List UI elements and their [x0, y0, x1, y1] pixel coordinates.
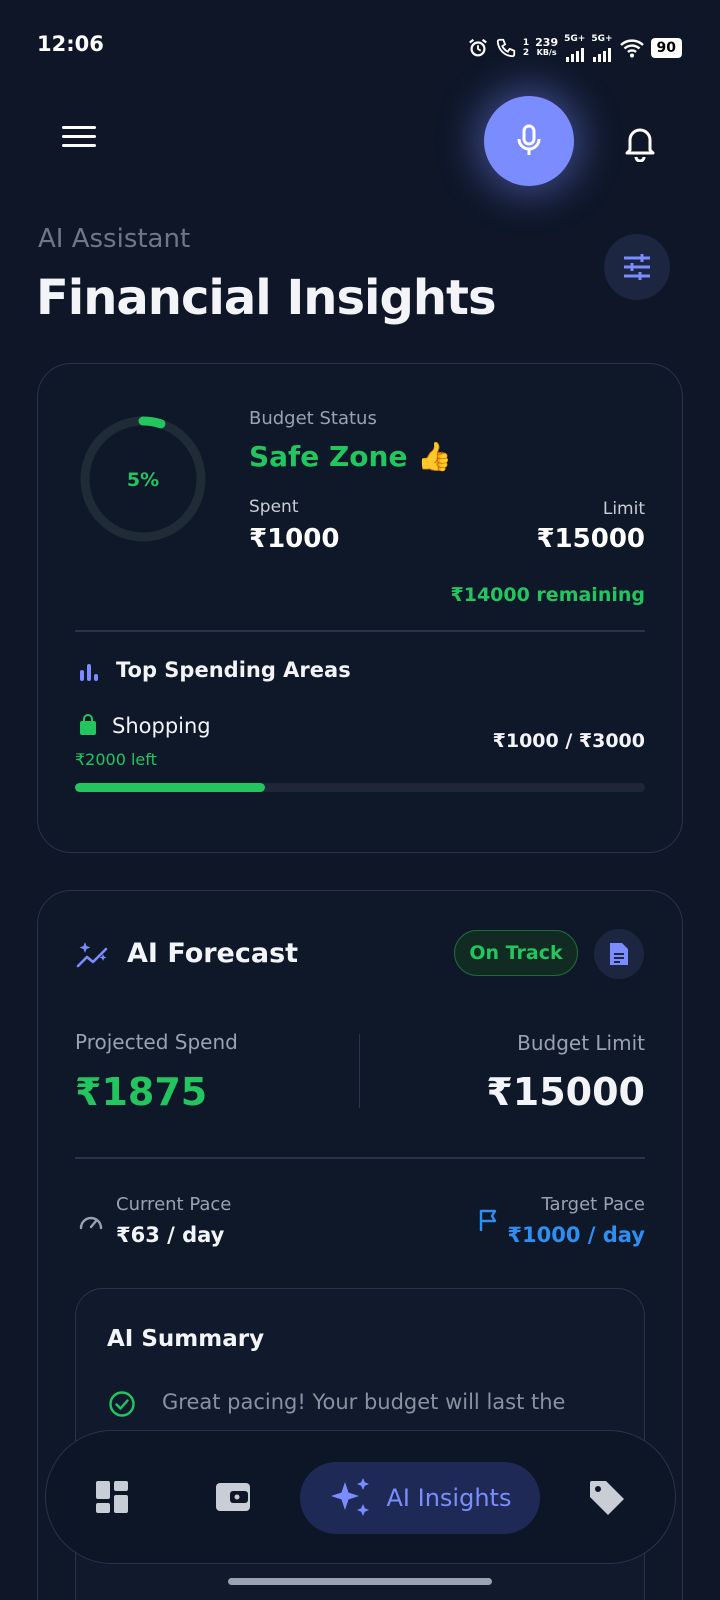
wallet-icon: [216, 1483, 250, 1511]
vertical-divider: [359, 1034, 360, 1108]
current-pace-value: ₹63 / day: [116, 1223, 225, 1247]
forecast-title: AI Forecast: [127, 938, 299, 969]
signal-2: 5G+: [591, 34, 613, 62]
page-subtitle: AI Assistant: [38, 224, 191, 254]
bar-chart-icon: [80, 664, 98, 681]
microphone-icon: [517, 124, 541, 155]
divider: [75, 1157, 645, 1159]
target-pace-value: ₹1000 / day: [507, 1223, 645, 1247]
budget-percent: 5%: [126, 469, 160, 491]
current-pace-label: Current Pace: [116, 1194, 232, 1215]
signal-1: 5G+: [564, 34, 585, 62]
nav-ai-insights-label: AI Insights: [386, 1484, 512, 1512]
remaining-amount: ₹14000 remaining: [450, 584, 646, 606]
flag-icon: [479, 1209, 497, 1231]
nav-tags[interactable]: [588, 1479, 626, 1517]
category-progress-bar: [75, 783, 645, 792]
page-title: Financial Insights: [36, 270, 497, 326]
wifi-icon: [619, 39, 644, 58]
bell-icon: [625, 128, 655, 163]
sim-labels: 12: [522, 38, 530, 58]
budget-limit-label: Budget Limit: [517, 1031, 645, 1055]
menu-button[interactable]: [62, 126, 96, 152]
limit-label: Limit: [602, 499, 645, 519]
nav-dashboard[interactable]: [95, 1480, 129, 1514]
top-spending-title: Top Spending Areas: [116, 658, 351, 682]
nav-wallet[interactable]: [214, 1480, 252, 1514]
limit-value: ₹15000: [536, 524, 645, 554]
check-circle-icon: [109, 1391, 135, 1417]
network-speed: 239 KB/s: [535, 36, 559, 57]
document-icon: [610, 943, 628, 965]
home-indicator[interactable]: [228, 1578, 492, 1585]
signal-bars-icon: [592, 44, 611, 62]
category-name: Shopping: [112, 714, 211, 738]
call-icon: [496, 38, 516, 58]
tag-icon: [590, 1481, 624, 1515]
sliders-icon: [624, 254, 650, 280]
target-pace-label: Target Pace: [541, 1194, 645, 1215]
projected-spend-label: Projected Spend: [75, 1030, 238, 1054]
spent-value: ₹1000: [249, 524, 340, 554]
category-progress-fill: [75, 783, 265, 792]
budget-status-value: Safe Zone 👍: [249, 440, 453, 473]
trend-sparkle-icon: [76, 942, 108, 968]
sparkles-icon: [330, 1478, 369, 1516]
voice-assistant-button[interactable]: [484, 96, 574, 186]
shopping-bag-icon: [80, 714, 96, 735]
menu-icon: [62, 126, 96, 129]
signal-bars-icon: [565, 44, 584, 62]
ai-summary-text: Great pacing! Your budget will last the: [162, 1390, 566, 1414]
notifications-button[interactable]: [622, 122, 658, 163]
report-button[interactable]: [594, 929, 644, 979]
budget-status-label: Budget Status: [249, 408, 377, 429]
nav-ai-insights[interactable]: AI Insights: [300, 1462, 540, 1534]
category-left: ₹2000 left: [75, 750, 157, 769]
projected-spend-value: ₹1875: [75, 1070, 208, 1114]
speedometer-icon: [79, 1216, 103, 1230]
budget-limit-value: ₹15000: [486, 1070, 645, 1114]
dashboard-icon: [96, 1481, 128, 1513]
status-badge: On Track: [454, 930, 578, 976]
status-time: 12:06: [37, 32, 104, 56]
ai-summary-title: AI Summary: [107, 1326, 265, 1352]
spent-label: Spent: [249, 497, 299, 517]
battery-indicator: 90: [650, 38, 682, 58]
filter-button[interactable]: [604, 234, 670, 300]
alarm-icon: [468, 38, 487, 57]
category-amount: ₹1000 / ₹3000: [492, 730, 645, 752]
divider: [75, 630, 645, 632]
status-icons: 12 239 KB/s 5G+ 5G+ 90: [467, 34, 682, 62]
